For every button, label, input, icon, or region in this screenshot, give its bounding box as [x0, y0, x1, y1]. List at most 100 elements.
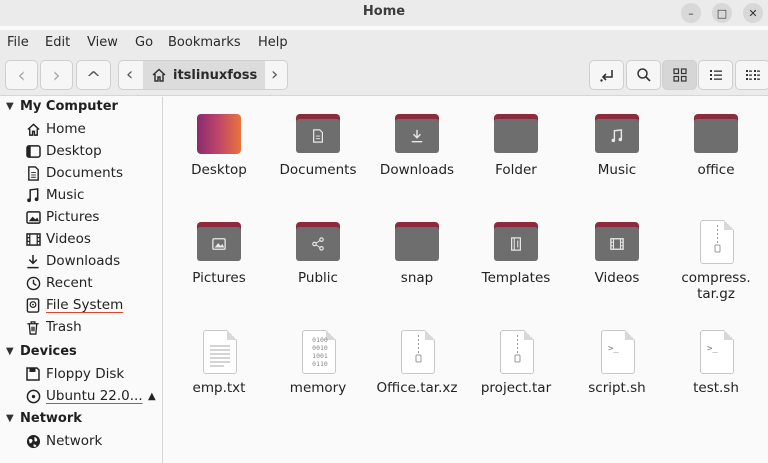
terminal-prompt: >_ [707, 344, 718, 354]
terminal-prompt: >_ [608, 344, 619, 354]
folder-icon [492, 110, 540, 158]
menu-edit[interactable]: Edit [45, 35, 70, 50]
home-icon [152, 68, 166, 82]
file-item-folder[interactable]: Folder [468, 110, 564, 178]
sidebar-item-label: Trash [46, 319, 82, 335]
script-file-icon: >_ [692, 328, 740, 376]
path-crumb-current[interactable]: itslinuxfoss [143, 61, 265, 89]
window-title: Home [362, 4, 406, 19]
icon-view-button[interactable] [662, 60, 697, 90]
documents-icon [24, 165, 42, 181]
folder-documents-icon [294, 110, 342, 158]
sidebar-section-my-computer[interactable]: ▼ My Computer [6, 99, 118, 114]
file-item-snap[interactable]: snap [369, 218, 465, 286]
forward-button[interactable]: › [40, 60, 73, 90]
desktop-folder-icon [195, 110, 243, 158]
back-button[interactable]: ‹ [5, 60, 38, 90]
file-name: compress. tar.gz [681, 270, 751, 302]
menu-go[interactable]: Go [135, 35, 153, 50]
sidebar-item-file-system[interactable]: File System [24, 297, 123, 313]
file-item-office[interactable]: office [668, 110, 764, 178]
file-item-test-sh[interactable]: >_ test.sh [668, 328, 764, 396]
file-item-templates[interactable]: Templates [468, 218, 564, 286]
sidebar-item-floppy-disk[interactable]: Floppy Disk [24, 366, 124, 382]
compact-view-button[interactable] [735, 60, 768, 90]
sidebar-item-ubuntu-disk[interactable]: Ubuntu 22.0... [24, 388, 143, 404]
list-view-button[interactable] [698, 60, 733, 90]
search-button[interactable] [626, 60, 661, 90]
menu-bookmarks[interactable]: Bookmarks [168, 35, 241, 50]
sidebar-item-documents[interactable]: Documents [24, 165, 123, 181]
file-name: office [697, 162, 735, 178]
file-name: emp.txt [192, 380, 246, 396]
file-item-desktop[interactable]: Desktop [171, 110, 267, 178]
minimize-button[interactable]: – [681, 3, 701, 23]
trash-icon [24, 319, 42, 335]
sidebar-item-pictures[interactable]: Pictures [24, 209, 99, 225]
search-icon [636, 68, 651, 82]
menu-bar: File Edit View Go Bookmarks Help [0, 30, 768, 54]
file-name: Pictures [192, 270, 246, 286]
eject-icon[interactable]: ▲ [148, 391, 156, 402]
file-view: Desktop Documents Downloads Folder Music… [164, 97, 768, 463]
file-item-project-tar[interactable]: project.tar [468, 328, 564, 396]
sidebar-item-home[interactable]: Home [24, 121, 86, 137]
filesystem-icon [24, 297, 42, 313]
file-item-public[interactable]: Public [270, 218, 366, 286]
sidebar-item-trash[interactable]: Trash [24, 319, 82, 335]
file-name: script.sh [588, 380, 646, 396]
menu-view[interactable]: View [87, 35, 118, 50]
folder-music-icon [593, 110, 641, 158]
sidebar-item-label: Videos [46, 231, 91, 247]
sidebar-item-network[interactable]: Network [24, 433, 102, 449]
sidebar-item-label: Floppy Disk [46, 366, 125, 382]
close-button[interactable]: ✕ [743, 3, 763, 23]
script-file-icon: >_ [593, 328, 641, 376]
sidebar-item-desktop[interactable]: Desktop [24, 143, 102, 159]
sidebar-item-music[interactable]: Music [24, 187, 84, 203]
file-name: snap [400, 270, 434, 286]
file-item-music[interactable]: Music [569, 110, 665, 178]
folder-pictures-icon [195, 218, 243, 266]
home-icon [24, 121, 42, 137]
sidebar-item-label: Ubuntu 22.0... [46, 388, 143, 404]
chevron-down-icon: ▼ [6, 346, 14, 357]
location-toggle-button[interactable] [589, 60, 624, 90]
sidebar-section-network[interactable]: ▼ Network [6, 411, 82, 426]
file-item-videos[interactable]: Videos [569, 218, 665, 286]
file-name: test.sh [693, 380, 739, 396]
file-name: project.tar [480, 380, 552, 396]
sidebar-item-downloads[interactable]: Downloads [24, 253, 120, 269]
menu-file[interactable]: File [7, 35, 29, 50]
title-bar: Home – □ ✕ [0, 0, 768, 26]
location-toggle-icon [599, 70, 613, 82]
archive-icon [492, 328, 540, 376]
file-item-downloads[interactable]: Downloads [369, 110, 465, 178]
maximize-button[interactable]: □ [712, 3, 732, 23]
text-file-icon [195, 328, 243, 376]
file-item-documents[interactable]: Documents [270, 110, 366, 178]
path-bar: ‹ itslinuxfoss › [118, 60, 288, 90]
sidebar-item-videos[interactable]: Videos [24, 231, 91, 247]
sidebar-item-label: Documents [46, 165, 123, 181]
sidebar-item-recent[interactable]: Recent [24, 275, 93, 291]
folder-videos-icon [593, 218, 641, 266]
archive-icon [692, 218, 740, 266]
file-item-memory[interactable]: 0100 0010 1001 0110 memory [270, 328, 366, 396]
file-item-emp-txt[interactable]: emp.txt [171, 328, 267, 396]
folder-icon [393, 218, 441, 266]
sidebar-item-label: Network [46, 433, 103, 449]
path-next-button[interactable]: › [271, 64, 278, 85]
chevron-down-icon: ▼ [6, 101, 14, 112]
path-prev-button[interactable]: ‹ [126, 64, 133, 85]
network-icon [24, 433, 42, 449]
file-item-script-sh[interactable]: >_ script.sh [569, 328, 665, 396]
folder-icon [692, 110, 740, 158]
file-name: Public [298, 270, 338, 286]
up-button[interactable]: ^ [76, 60, 111, 90]
sidebar-section-devices[interactable]: ▼ Devices [6, 344, 77, 359]
file-item-office-tar-xz[interactable]: Office.tar.xz [369, 328, 465, 396]
file-item-pictures[interactable]: Pictures [171, 218, 267, 286]
file-item-compress-tar-gz[interactable]: compress. tar.gz [668, 218, 764, 302]
menu-help[interactable]: Help [258, 35, 288, 50]
